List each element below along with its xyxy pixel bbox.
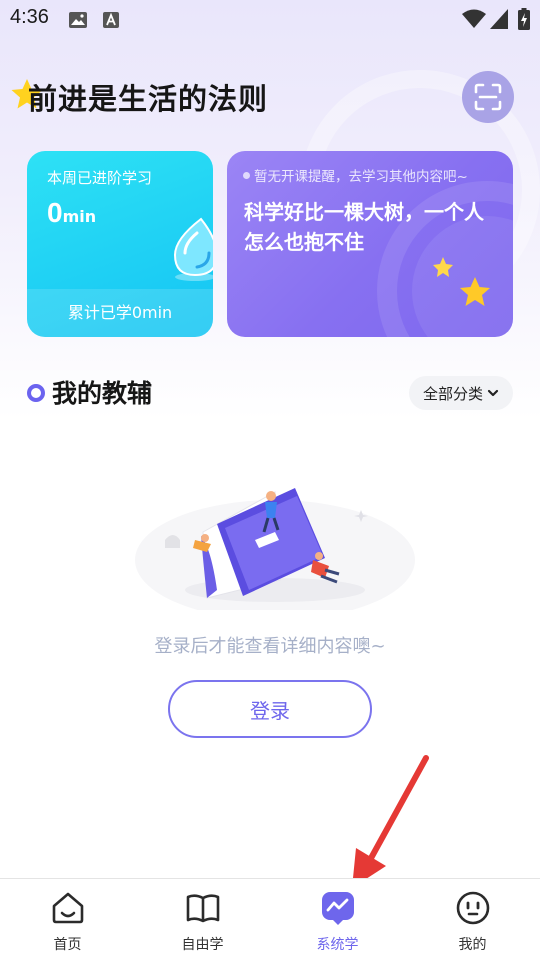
scan-icon [474, 83, 502, 111]
nav-item-label: 我的 [458, 937, 487, 953]
home-icon [52, 892, 84, 924]
scan-button[interactable] [462, 71, 514, 123]
book-icon [186, 894, 220, 923]
nav-item-system-study[interactable]: 系统学 [270, 879, 405, 960]
nav-item-profile[interactable]: 我的 [405, 879, 540, 960]
login-button[interactable]: 登录 [168, 680, 372, 738]
nav-item-label: 自由学 [181, 937, 224, 953]
water-drop-icon [173, 217, 213, 281]
chevron-down-icon [487, 389, 499, 397]
stars-decoration-icon [433, 257, 490, 306]
course-reminder-text: 暂无开课提醒，去学习其他内容吧~ [243, 165, 468, 185]
weekly-study-label: 本周已进阶学习 [47, 169, 153, 187]
wifi-icon [462, 9, 486, 28]
bottom-navigation: 首页 自由学 系统学 我的 [0, 878, 540, 960]
nav-item-free-study[interactable]: 自由学 [135, 879, 270, 960]
signal-icon [490, 9, 508, 29]
category-filter-button[interactable]: 全部分类 [409, 376, 513, 410]
category-filter-label: 全部分类 [422, 384, 483, 403]
weekly-study-minutes: 0 [47, 197, 63, 228]
total-study-label: 累计已学0min [27, 289, 213, 337]
battery-icon [518, 8, 530, 30]
section-title: 我的教辅 [52, 379, 153, 408]
motivation-quote: 科学好比一棵大树，一个人怎么也抱不住 [244, 200, 484, 254]
empty-state-illustration [135, 488, 415, 610]
image-notification-icon [69, 12, 87, 28]
nav-item-label: 首页 [53, 937, 82, 953]
chart-icon [322, 892, 354, 925]
text-notification-icon [103, 12, 119, 28]
nav-item-label: 系统学 [316, 937, 359, 953]
annotation-arrow-icon [352, 755, 429, 888]
section-marker [27, 384, 45, 402]
status-bar: 4:36 [0, 0, 540, 38]
weekly-study-unit: min [62, 207, 97, 226]
weekly-study-value: 0min [47, 197, 96, 229]
course-reminder-card[interactable]: 暂无开课提醒，去学习其他内容吧~ 科学好比一棵大树，一个人怎么也抱不住 [227, 151, 513, 337]
page-headline: 前进是生活的法则 [28, 82, 269, 116]
status-time: 4:36 [10, 6, 49, 28]
nav-item-home[interactable]: 首页 [0, 879, 135, 960]
weekly-study-card[interactable]: 本周已进阶学习 0min 累计已学0min [27, 151, 213, 337]
profile-icon [456, 891, 490, 925]
empty-state-message: 登录后才能查看详细内容噢~ [154, 636, 386, 657]
